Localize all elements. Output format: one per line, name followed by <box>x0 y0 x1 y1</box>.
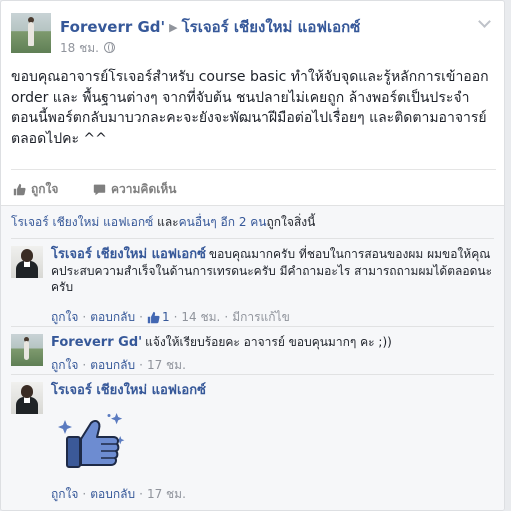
poster-avatar[interactable] <box>11 13 51 53</box>
comment-reply-link[interactable]: ตอบกลับ <box>90 358 135 372</box>
comment-button[interactable]: ความคิดเห็น <box>93 180 176 199</box>
comment-meta: ถูกใจ · ตอบกลับ · 17 ชม. <box>51 487 186 501</box>
post-text: ขอบคุณอาจารย์โรเจอร์สำหรับ course basic … <box>11 69 489 147</box>
poster-line: Foreverr Gd' ▶ โรเจอร์ เชียงใหม่ แอฟเอกซ์ <box>60 15 360 39</box>
post-time-label[interactable]: 18 ชม. <box>60 41 99 55</box>
thumbs-up-icon <box>13 183 26 196</box>
post-header: Foreverr Gd' ▶ โรเจอร์ เชียงใหม่ แอฟเอกซ์ … <box>11 13 496 61</box>
comment-like-link[interactable]: ถูกใจ <box>51 310 78 324</box>
poster-name-link[interactable]: Foreverr Gd' <box>60 18 165 36</box>
divider <box>11 374 494 375</box>
likes-summary: โรเจอร์ เชียงใหม่ แอฟเอกซ์ และคนอื่นๆ อี… <box>11 212 494 232</box>
comments-section: โรเจอร์ เชียงใหม่ แอฟเอกซ์ และคนอื่นๆ อี… <box>1 205 504 510</box>
comment-body: Foreverr Gd' แจ้งให้เรียบร้อยคะ อาจารย์ ข… <box>51 334 496 351</box>
comment-like-link[interactable]: ถูกใจ <box>51 487 78 501</box>
chevron-down-icon[interactable] <box>478 17 492 27</box>
comment-meta: ถูกใจ · ตอบกลับ · 17 ชม. <box>51 358 186 372</box>
liker-name-link[interactable]: โรเจอร์ เชียงใหม่ แอฟเอกซ์ <box>11 215 153 229</box>
others-link[interactable]: คนอื่นๆ อีก 2 คน <box>179 215 267 229</box>
commenter-avatar[interactable] <box>11 246 43 278</box>
post-actions: ถูกใจ ความคิดเห็น <box>11 169 496 207</box>
likes-suffix: ถูกใจสิ่งนี้ <box>266 215 316 229</box>
comment-reply-link[interactable]: ตอบกลับ <box>90 310 135 324</box>
comment-edited[interactable]: มีการแก้ไข <box>232 310 290 324</box>
thumbs-up-icon <box>147 311 160 324</box>
like-button-label: ถูกใจ <box>31 182 59 196</box>
post-card: Foreverr Gd' ▶ โรเจอร์ เชียงใหม่ แอฟเอกซ์ … <box>0 0 505 511</box>
globe-icon <box>103 42 115 53</box>
commenter-name-link[interactable]: Foreverr Gd' <box>51 335 142 350</box>
comment-like-count[interactable]: 1 <box>162 310 170 324</box>
comment-time[interactable]: 17 ชม. <box>147 358 186 372</box>
commenter-name-link[interactable]: โรเจอร์ เชียงใหม่ แอฟเอกซ์ <box>51 247 206 262</box>
comment-body: โรเจอร์ เชียงใหม่ แอฟเอกซ์ ขอบคุณมากครับ … <box>51 246 496 295</box>
commenter-name-link[interactable]: โรเจอร์ เชียงใหม่ แอฟเอกซ์ <box>51 383 206 398</box>
thumbs-up-sticker[interactable] <box>57 413 127 475</box>
comment-like-link[interactable]: ถูกใจ <box>51 358 78 372</box>
likes-and: และ <box>153 215 179 229</box>
divider <box>11 326 494 327</box>
like-button[interactable]: ถูกใจ <box>13 180 58 199</box>
comment-text: แจ้งให้เรียบร้อยคะ อาจารย์ ขอบคุนมากๆ คะ… <box>145 335 392 349</box>
commenter-avatar[interactable] <box>11 382 43 414</box>
comment-meta: ถูกใจ · ตอบกลับ · 1 · 14 ชม. · มีการแก้ไข <box>51 310 290 324</box>
commenter-avatar[interactable] <box>11 334 43 366</box>
comment-button-label: ความคิดเห็น <box>111 182 177 196</box>
post-timestamp[interactable]: 18 ชม. <box>60 39 115 58</box>
comment-reply-link[interactable]: ตอบกลับ <box>90 487 135 501</box>
divider <box>11 238 494 239</box>
comment-body: โรเจอร์ เชียงใหม่ แอฟเอกซ์ <box>51 382 496 399</box>
target-page-link[interactable]: โรเจอร์ เชียงใหม่ แอฟเอกซ์ <box>182 18 361 36</box>
comment-time[interactable]: 17 ชม. <box>147 487 186 501</box>
arrow-right-icon: ▶ <box>169 21 178 34</box>
comment-time[interactable]: 14 ชม. <box>181 310 220 324</box>
speech-bubble-icon <box>93 184 106 196</box>
